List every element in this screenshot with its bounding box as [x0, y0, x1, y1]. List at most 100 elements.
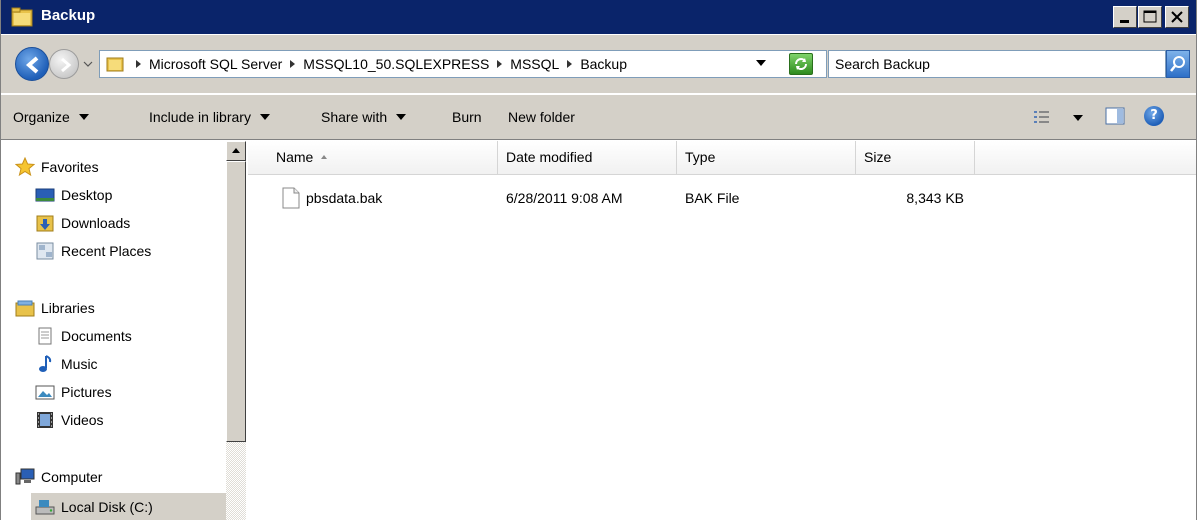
file-type: BAK File	[685, 190, 740, 206]
nav-item-label: Libraries	[41, 300, 95, 316]
search-button[interactable]	[1166, 50, 1190, 78]
file-date-modified: 6/28/2011 9:08 AM	[506, 190, 623, 206]
breadcrumb-item[interactable]: MSSQL10_50.SQLEXPRESS	[303, 56, 489, 72]
chevron-right-icon[interactable]	[290, 60, 296, 68]
chevron-down-icon[interactable]	[1073, 115, 1083, 121]
burn-button[interactable]: Burn	[452, 109, 482, 125]
column-header-label: Type	[685, 149, 716, 165]
file-list: Name Date modified Type Size pbsdata.bak…	[248, 141, 1196, 520]
search-icon	[1170, 56, 1185, 72]
nav-item-computer[interactable]: Computer	[15, 467, 102, 487]
column-header-name[interactable]: Name	[248, 141, 498, 175]
title-bar[interactable]: Backup	[1, 0, 1196, 34]
nav-item-label: Favorites	[41, 159, 99, 175]
sort-ascending-icon	[321, 155, 328, 159]
file-icon	[282, 187, 300, 209]
back-button[interactable]	[15, 47, 49, 81]
address-row: Microsoft SQL Server MSSQL10_50.SQLEXPRE…	[1, 35, 1196, 93]
breadcrumb-item[interactable]: Microsoft SQL Server	[149, 56, 282, 72]
recent-pages-dropdown[interactable]	[81, 57, 95, 71]
nav-item-desktop[interactable]: Desktop	[35, 185, 112, 205]
include-in-library-label: Include in library	[149, 109, 251, 125]
arrow-left-icon	[25, 56, 39, 74]
music-icon	[39, 355, 52, 372]
breadcrumb-item[interactable]: MSSQL	[510, 56, 559, 72]
organize-label: Organize	[13, 109, 70, 125]
nav-scrollbar-thumb[interactable]	[226, 161, 246, 442]
arrow-right-icon	[61, 57, 72, 73]
close-button[interactable]	[1165, 6, 1189, 28]
nav-item-downloads[interactable]: Downloads	[35, 213, 130, 233]
nav-item-local-disk[interactable]: Local Disk (C:)	[31, 493, 226, 520]
drive-icon	[35, 499, 55, 514]
file-name: pbsdata.bak	[306, 190, 383, 206]
column-header-label: Name	[276, 149, 314, 165]
search-box	[828, 50, 1166, 78]
videos-icon	[37, 412, 53, 428]
share-with-button[interactable]: Share with	[321, 109, 407, 125]
nav-item-label: Downloads	[61, 215, 131, 231]
nav-item-videos[interactable]: Videos	[35, 410, 104, 430]
navigation-pane: Favorites Desktop Downloads Recent Place…	[1, 141, 246, 520]
share-with-label: Share with	[321, 109, 388, 125]
nav-item-label: Computer	[41, 469, 103, 485]
column-header-date-modified[interactable]: Date modified	[498, 141, 677, 175]
folder-icon	[11, 7, 33, 27]
forward-button[interactable]	[49, 49, 79, 79]
nav-item-label: Videos	[61, 412, 104, 428]
help-icon[interactable]: ?	[1144, 106, 1164, 126]
window-title: Backup	[41, 7, 96, 24]
refresh-icon	[795, 58, 807, 70]
column-header-label: Size	[864, 149, 892, 165]
recent-places-icon	[36, 242, 54, 260]
explorer-window: Backup Microsoft SQL Server MSSQL10_50.S…	[0, 0, 1197, 520]
maximize-button[interactable]	[1138, 6, 1162, 28]
organize-button[interactable]: Organize	[13, 109, 89, 125]
folder-icon	[106, 57, 124, 72]
pictures-icon	[35, 385, 55, 400]
nav-item-label: Pictures	[61, 384, 112, 400]
chevron-down-icon	[259, 114, 270, 120]
computer-icon	[15, 468, 35, 485]
nav-item-label: Recent Places	[61, 243, 152, 259]
column-header-type[interactable]: Type	[677, 141, 856, 175]
breadcrumb: Microsoft SQL Server MSSQL10_50.SQLEXPRE…	[136, 56, 635, 72]
column-header-size[interactable]: Size	[856, 141, 975, 175]
nav-item-documents[interactable]: Documents	[35, 326, 132, 346]
nav-item-music[interactable]: Music	[35, 354, 98, 374]
chevron-right-icon[interactable]	[567, 60, 573, 68]
chevron-down-icon[interactable]	[755, 57, 767, 69]
chevron-down-icon	[396, 114, 407, 120]
command-bar: Organize Include in library Share with B…	[1, 94, 1196, 140]
new-folder-button[interactable]: New folder	[508, 109, 575, 125]
nav-item-pictures[interactable]: Pictures	[35, 382, 112, 402]
minimize-button[interactable]	[1113, 6, 1137, 28]
nav-item-label: Documents	[61, 328, 132, 344]
nav-item-favorites[interactable]: Favorites	[15, 157, 99, 177]
file-size: 8,343 KB	[906, 190, 964, 206]
libraries-icon	[15, 300, 35, 317]
downloads-icon	[36, 215, 54, 232]
star-icon	[15, 157, 35, 177]
nav-item-recent-places[interactable]: Recent Places	[35, 241, 151, 261]
view-details-icon[interactable]	[1033, 109, 1051, 125]
search-input[interactable]	[835, 54, 1135, 74]
include-in-library-button[interactable]: Include in library	[149, 109, 270, 125]
preview-pane-icon[interactable]	[1105, 107, 1125, 125]
chevron-right-icon[interactable]	[136, 60, 141, 68]
chevron-right-icon[interactable]	[497, 60, 503, 68]
column-header-label: Date modified	[506, 149, 593, 165]
nav-item-libraries[interactable]: Libraries	[15, 298, 95, 318]
breadcrumb-item[interactable]: Backup	[580, 56, 627, 72]
chevron-down-icon	[78, 114, 89, 120]
minimize-icon	[1120, 20, 1129, 23]
desktop-icon	[35, 188, 55, 202]
nav-item-label: Local Disk (C:)	[61, 498, 153, 515]
refresh-button[interactable]	[789, 53, 813, 75]
maximize-icon	[1143, 10, 1157, 23]
column-header-empty	[975, 141, 1196, 175]
address-bar[interactable]: Microsoft SQL Server MSSQL10_50.SQLEXPRE…	[99, 50, 827, 78]
close-icon	[1171, 11, 1183, 23]
scroll-up-button[interactable]	[226, 141, 246, 161]
nav-item-label: Desktop	[61, 187, 113, 203]
